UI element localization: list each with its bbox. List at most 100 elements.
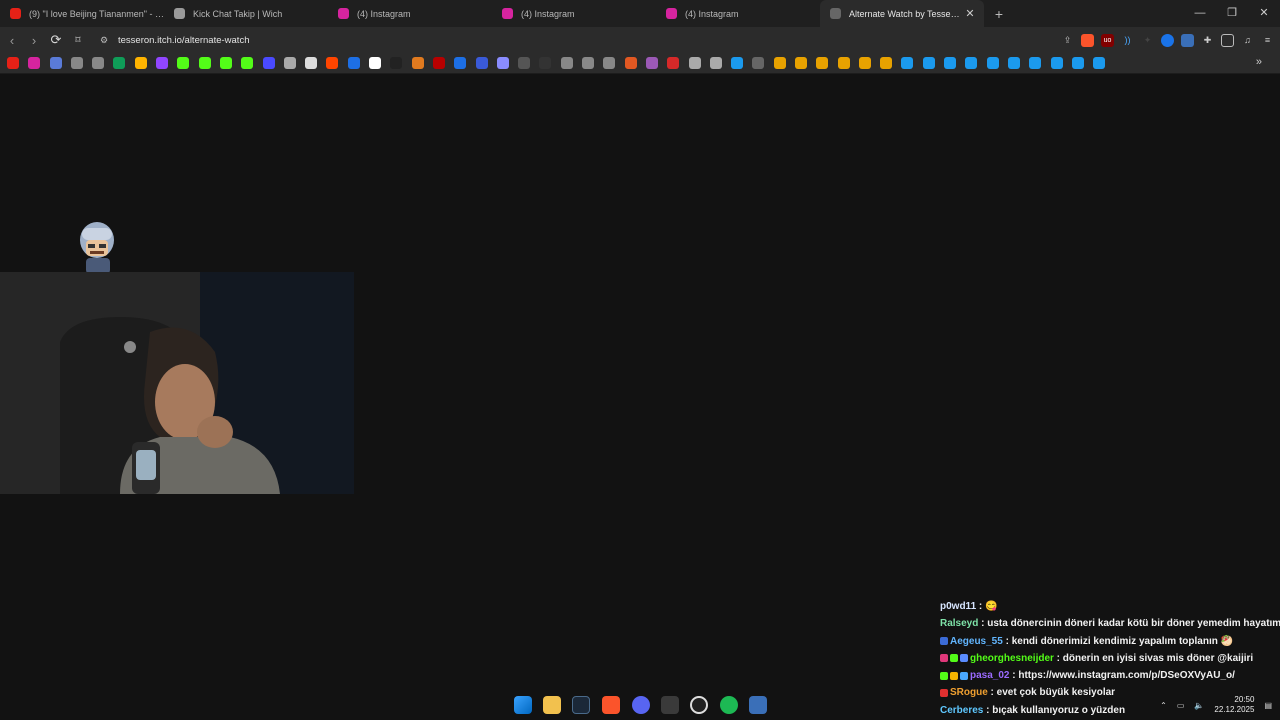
audio-extension-icon[interactable]: )) (1121, 34, 1134, 47)
extensions-puzzle-icon[interactable]: ✚ (1201, 34, 1214, 47)
bookmark-icon-49[interactable] (1029, 57, 1042, 69)
bookmark-icon-18[interactable] (369, 57, 382, 69)
brave-browser-icon[interactable] (602, 696, 620, 714)
chat-username[interactable]: gheorghesneijder (970, 653, 1054, 664)
bookmark-icon-22[interactable] (454, 57, 467, 69)
chat-username[interactable]: pasa_02 (970, 670, 1009, 681)
bookmark-icon-43[interactable] (901, 57, 914, 69)
tab-1[interactable]: (9) "I love Beijing Tiananmen" - Chin (0, 0, 164, 27)
volume-icon[interactable]: 🔈 (1194, 701, 1204, 710)
tab-5[interactable]: (4) Instagram (656, 0, 820, 27)
maximize-button[interactable]: ❐ (1216, 0, 1248, 27)
bookmark-icon-40[interactable] (837, 57, 850, 69)
webcam-video[interactable] (0, 272, 354, 494)
bookmark-icon-34[interactable] (709, 57, 722, 69)
bookmark-icon-42[interactable] (880, 57, 893, 69)
translate-extension-icon[interactable] (1161, 33, 1174, 47)
start-button-icon[interactable] (514, 696, 532, 714)
bookmark-icon-13[interactable] (262, 57, 275, 69)
media-control-icon[interactable]: ♫ (1241, 34, 1254, 47)
network-icon[interactable]: ▭ (1177, 701, 1185, 710)
more-bookmarks-button[interactable]: » (1256, 56, 1262, 68)
bookmark-icon-41[interactable] (858, 57, 871, 69)
bookmark-icon-27[interactable] (560, 57, 573, 69)
bookmark-icon[interactable]: ⌑ (68, 35, 88, 46)
bookmark-icon-3[interactable] (49, 57, 62, 69)
bookmark-icon-28[interactable] (582, 57, 595, 69)
bookmark-icon-25[interactable] (518, 57, 531, 69)
bookmark-icon-7[interactable] (134, 57, 147, 69)
bookmark-icon-5[interactable] (92, 57, 105, 69)
discord-icon[interactable] (632, 696, 650, 714)
tray-overflow-icon[interactable]: ⌃ (1160, 701, 1167, 710)
share-icon[interactable]: ⇪ (1061, 34, 1074, 47)
bookmark-icon-31[interactable] (645, 57, 658, 69)
spotify-icon[interactable] (720, 696, 738, 714)
steam-icon[interactable] (572, 696, 590, 714)
chat-username[interactable]: Aegeus_55 (950, 636, 1003, 647)
bookmark-icon-11[interactable] (219, 57, 232, 69)
bookmark-icon-39[interactable] (816, 57, 829, 69)
close-window-button[interactable]: ✕ (1248, 0, 1280, 27)
chat-username[interactable]: Ralseyd (940, 618, 978, 629)
bookmark-icon-52[interactable] (1093, 57, 1106, 69)
bookmark-icon-30[interactable] (624, 57, 637, 69)
bookmark-icon-45[interactable] (944, 57, 957, 69)
bookmark-icon-14[interactable] (283, 57, 296, 69)
bookmark-icon-4[interactable] (70, 57, 83, 69)
chat-username[interactable]: p0wd11 (940, 601, 976, 612)
bookmark-icon-23[interactable] (475, 57, 488, 69)
file-explorer-icon[interactable] (543, 696, 561, 714)
bookmark-icon-6[interactable] (113, 57, 126, 69)
bookmark-icon-8[interactable] (156, 57, 169, 69)
bookmark-icon-21[interactable] (432, 57, 445, 69)
bookmark-icon-1[interactable] (7, 57, 19, 69)
new-tab-button[interactable]: + (988, 6, 1010, 22)
bookmark-icon-12[interactable] (241, 57, 254, 69)
app-icon[interactable] (661, 696, 679, 714)
bookmark-icon-20[interactable] (411, 57, 424, 69)
bookmark-icon-32[interactable] (667, 57, 680, 69)
ublock-icon[interactable]: uo (1101, 33, 1114, 47)
tab-manager-icon[interactable] (1181, 33, 1194, 47)
brave-shield-icon[interactable] (1081, 33, 1094, 47)
bookmark-icon-16[interactable] (326, 57, 339, 69)
site-info-icon[interactable]: ⚙ (96, 35, 112, 46)
bookmark-icon-26[interactable] (539, 57, 552, 69)
tab-6[interactable]: Alternate Watch by Tesseron ✕ (820, 0, 984, 27)
forward-button[interactable]: › (24, 33, 44, 48)
tab-4[interactable]: (4) Instagram (492, 0, 656, 27)
address-bar[interactable]: ⚙ tesseron.itch.io/alternate-watch (96, 30, 1066, 50)
menu-icon[interactable]: ≡ (1261, 34, 1274, 47)
bookmark-icon-44[interactable] (922, 57, 935, 69)
reload-button[interactable]: ⟳ (46, 32, 66, 48)
minimize-button[interactable]: — (1184, 0, 1216, 27)
extension-icon-faded[interactable]: ✦ (1141, 34, 1154, 47)
sidebar-icon[interactable] (1221, 33, 1234, 47)
bookmark-icon-9[interactable] (177, 57, 190, 69)
bookmark-icon-33[interactable] (688, 57, 701, 69)
bookmark-icon-35[interactable] (731, 57, 744, 69)
notifications-icon[interactable]: ▤ (1264, 701, 1272, 710)
bookmark-icon-29[interactable] (603, 57, 616, 69)
back-button[interactable]: ‹ (2, 33, 22, 48)
bookmark-icon-50[interactable] (1050, 57, 1063, 69)
close-tab-icon[interactable]: ✕ (962, 7, 978, 20)
bookmark-icon-48[interactable] (1007, 57, 1020, 69)
clock[interactable]: 20:50 22.12.2025 (1214, 695, 1254, 715)
tab-3[interactable]: (4) Instagram (328, 0, 492, 27)
settings-app-icon[interactable] (749, 696, 767, 714)
bookmark-icon-47[interactable] (986, 57, 999, 69)
bookmark-icon-37[interactable] (773, 57, 786, 69)
bookmark-icon-24[interactable] (496, 57, 509, 69)
bookmark-icon-38[interactable] (794, 57, 807, 69)
bookmark-icon-10[interactable] (198, 57, 211, 69)
bookmark-icon-17[interactable] (347, 57, 360, 69)
url-text[interactable]: tesseron.itch.io/alternate-watch (118, 35, 249, 46)
bookmark-icon-46[interactable] (965, 57, 978, 69)
bookmark-icon-2[interactable] (28, 57, 41, 69)
bookmark-icon-15[interactable] (305, 57, 318, 69)
tab-2[interactable]: Kick Chat Takip | Wich (164, 0, 328, 27)
bookmark-icon-51[interactable] (1071, 57, 1084, 69)
obs-icon[interactable] (690, 696, 708, 714)
